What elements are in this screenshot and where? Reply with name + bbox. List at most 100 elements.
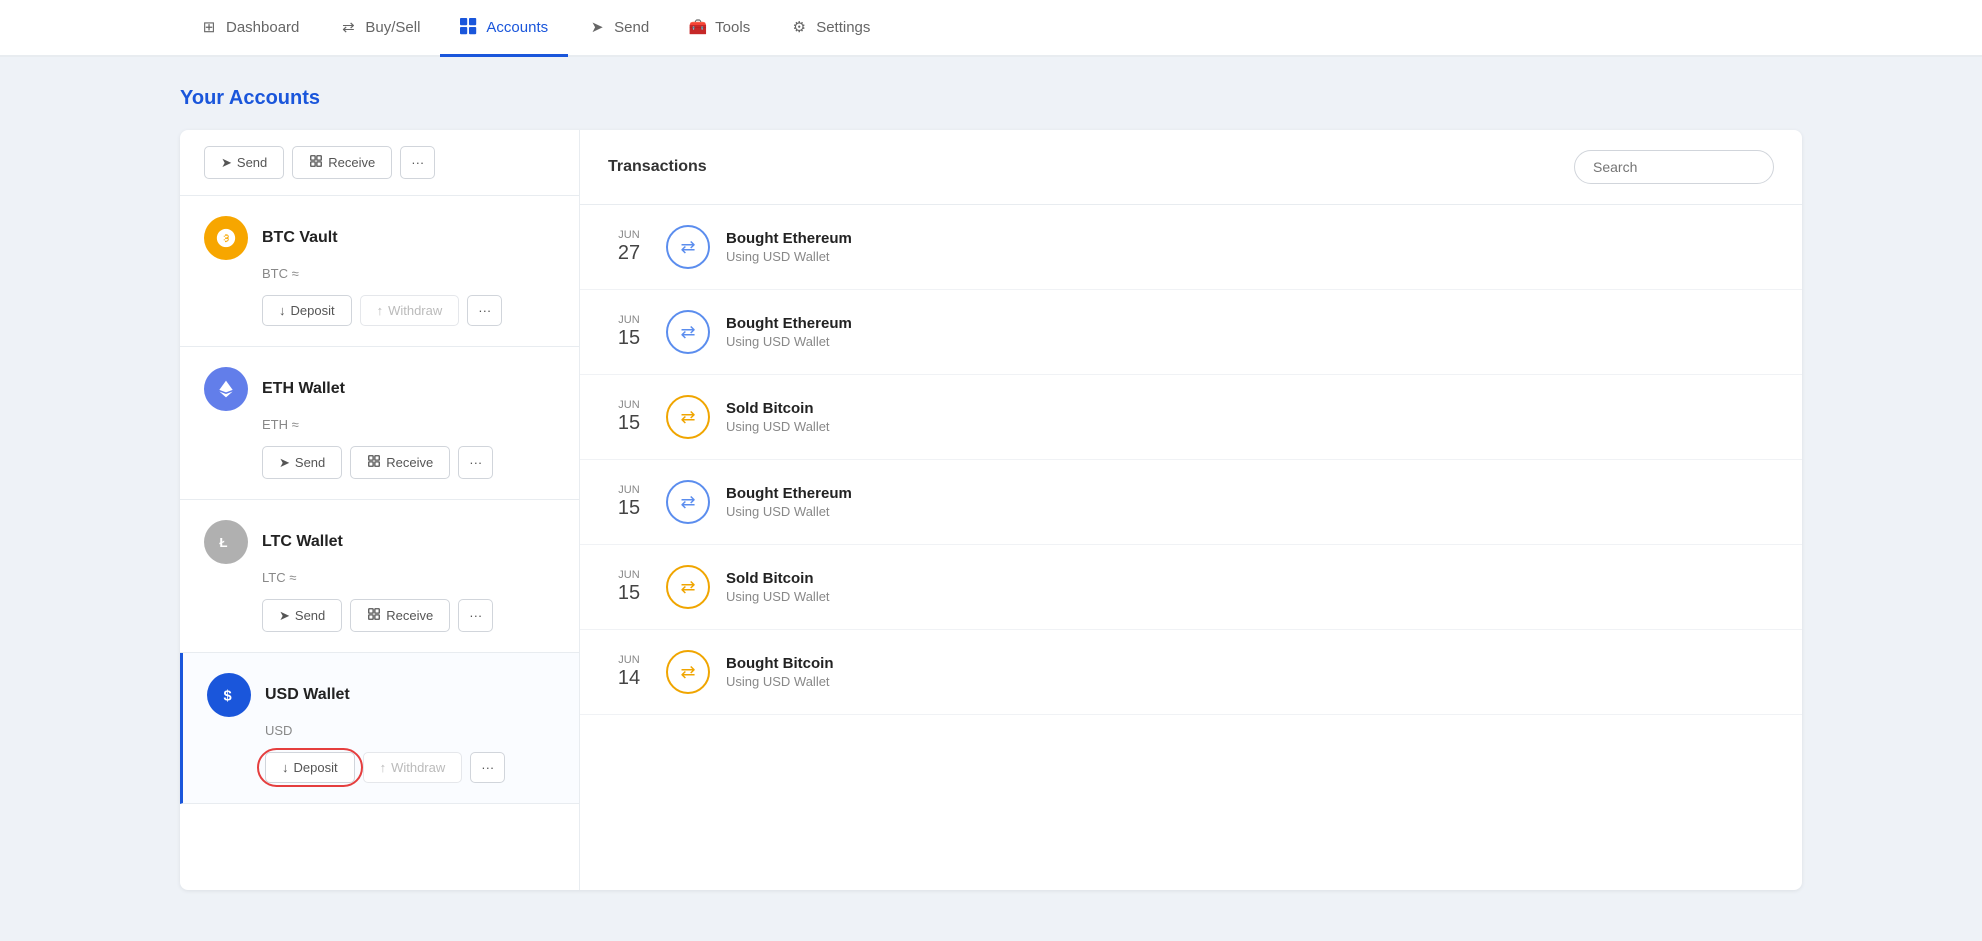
tx-sub: Using USD Wallet [726,334,1774,349]
tx-date: JUN 14 [608,654,650,690]
tx-month: JUN [608,654,650,666]
send-icon-ltc: ➤ [279,608,290,624]
tx-month: JUN [608,399,650,411]
tx-date: JUN 15 [608,399,650,435]
settings-icon: ⚙ [790,18,808,36]
receive-icon-small [309,154,323,171]
usd-wallet-balance: USD [265,723,555,738]
tx-sub: Using USD Wallet [726,249,1774,264]
tx-date: JUN 15 [608,569,650,605]
receive-button-eth[interactable]: Receive [350,446,450,479]
transactions-panel: Transactions JUN 27 ⇄ Bought Ethereum Us… [580,130,1802,890]
more-button-eth[interactable]: ··· [458,446,493,479]
usd-icon: $ [207,673,251,717]
transactions-header: Transactions [580,130,1802,205]
transactions-list: JUN 27 ⇄ Bought Ethereum Using USD Walle… [580,205,1802,890]
transaction-item: JUN 15 ⇄ Sold Bitcoin Using USD Wallet [580,545,1802,630]
tx-name: Bought Ethereum [726,485,1774,502]
withdraw-icon-usd: ↑ [380,760,387,775]
eth-wallet-name: ETH Wallet [262,380,345,398]
usd-wallet-actions: ↓ Deposit ↑ Withdraw ··· [265,752,555,783]
transaction-item: JUN 15 ⇄ Sold Bitcoin Using USD Wallet [580,375,1802,460]
tx-icon-exchange: ⇄ [666,310,710,354]
tx-month: JUN [608,229,650,241]
nav-dashboard[interactable]: ⊞ Dashboard [180,0,319,57]
withdraw-button-usd[interactable]: ↑ Withdraw [363,752,463,783]
nav-buysell[interactable]: ⇄ Buy/Sell [319,0,440,57]
nav-tools[interactable]: 🧰 Tools [669,0,770,57]
transaction-item: JUN 27 ⇄ Bought Ethereum Using USD Walle… [580,205,1802,290]
tx-icon-exchange: ⇄ [666,225,710,269]
tx-icon-exchange: ⇄ [666,650,710,694]
search-wrapper [1574,150,1774,184]
tx-sub: Using USD Wallet [726,674,1774,689]
dashboard-icon: ⊞ [200,18,218,36]
tx-info: Sold Bitcoin Using USD Wallet [726,570,1774,604]
tx-info: Sold Bitcoin Using USD Wallet [726,400,1774,434]
more-button-usd[interactable]: ··· [470,752,505,783]
account-item-partial: ➤ Send Receive [180,130,579,196]
tx-name: Bought Ethereum [726,315,1774,332]
accounts-list: ➤ Send Receive [180,130,580,890]
tools-icon: 🧰 [689,18,707,36]
ltc-wallet-balance: LTC ≈ [262,570,555,585]
svg-text:$: $ [224,689,232,705]
receive-button-partial[interactable]: Receive [292,146,392,179]
account-item-ltc: Ł LTC Wallet LTC ≈ ➤ Send [180,500,579,653]
tx-name: Bought Bitcoin [726,655,1774,672]
more-button-btc[interactable]: ··· [467,295,502,326]
tx-icon-exchange: ⇄ [666,395,710,439]
receive-button-ltc[interactable]: Receive [350,599,450,632]
tx-icon-exchange: ⇄ [666,565,710,609]
usd-wallet-name: USD Wallet [265,686,350,704]
tx-info: Bought Ethereum Using USD Wallet [726,315,1774,349]
tx-info: Bought Bitcoin Using USD Wallet [726,655,1774,689]
tx-sub: Using USD Wallet [726,419,1774,434]
more-button-partial[interactable]: ··· [400,146,435,179]
btc-icon [204,216,248,260]
ltc-wallet-name: LTC Wallet [262,533,343,551]
tx-name: Sold Bitcoin [726,400,1774,417]
nav-send[interactable]: ➤ Send [568,0,669,57]
tx-day: 15 [608,581,650,605]
ltc-icon: Ł [204,520,248,564]
buysell-icon: ⇄ [339,18,357,36]
deposit-icon-btc: ↓ [279,303,286,318]
nav-accounts[interactable]: Accounts [440,0,568,57]
transaction-item: JUN 15 ⇄ Bought Ethereum Using USD Walle… [580,460,1802,545]
page-title: Your Accounts [180,87,1802,110]
nav-settings[interactable]: ⚙ Settings [770,0,890,57]
tx-sub: Using USD Wallet [726,504,1774,519]
tx-date: JUN 15 [608,314,650,350]
send-button-eth[interactable]: ➤ Send [262,446,342,479]
tx-day: 15 [608,326,650,350]
send-button-partial[interactable]: ➤ Send [204,146,284,179]
tx-info: Bought Ethereum Using USD Wallet [726,485,1774,519]
btc-vault-actions: ↓ Deposit ↑ Withdraw ··· [262,295,555,326]
account-item-usd: $ USD Wallet USD ↓ Deposit [180,653,579,804]
transaction-item: JUN 14 ⇄ Bought Bitcoin Using USD Wallet [580,630,1802,715]
more-button-ltc[interactable]: ··· [458,599,493,632]
send-icon: ➤ [588,18,606,36]
accounts-container: ➤ Send Receive [180,130,1802,890]
receive-icon-eth [367,454,381,471]
tx-icon-exchange: ⇄ [666,480,710,524]
send-button-ltc[interactable]: ➤ Send [262,599,342,632]
tx-date: JUN 15 [608,484,650,520]
deposit-button-btc[interactable]: ↓ Deposit [262,295,352,326]
main-content: Your Accounts ➤ Send [0,57,1982,941]
tx-day: 15 [608,496,650,520]
btc-vault-balance: BTC ≈ [262,266,555,281]
svg-text:Ł: Ł [219,535,227,550]
account-item-eth: ETH Wallet ETH ≈ ➤ Send [180,347,579,500]
eth-wallet-balance: ETH ≈ [262,417,555,432]
deposit-button-usd[interactable]: ↓ Deposit [265,752,355,783]
eth-wallet-actions: ➤ Send Receive [262,446,555,479]
withdraw-button-btc[interactable]: ↑ Withdraw [360,295,460,326]
search-input[interactable] [1574,150,1774,184]
tx-month: JUN [608,484,650,496]
tx-day: 14 [608,666,650,690]
withdraw-icon-btc: ↑ [377,303,384,318]
transactions-title: Transactions [608,158,707,176]
tx-name: Sold Bitcoin [726,570,1774,587]
